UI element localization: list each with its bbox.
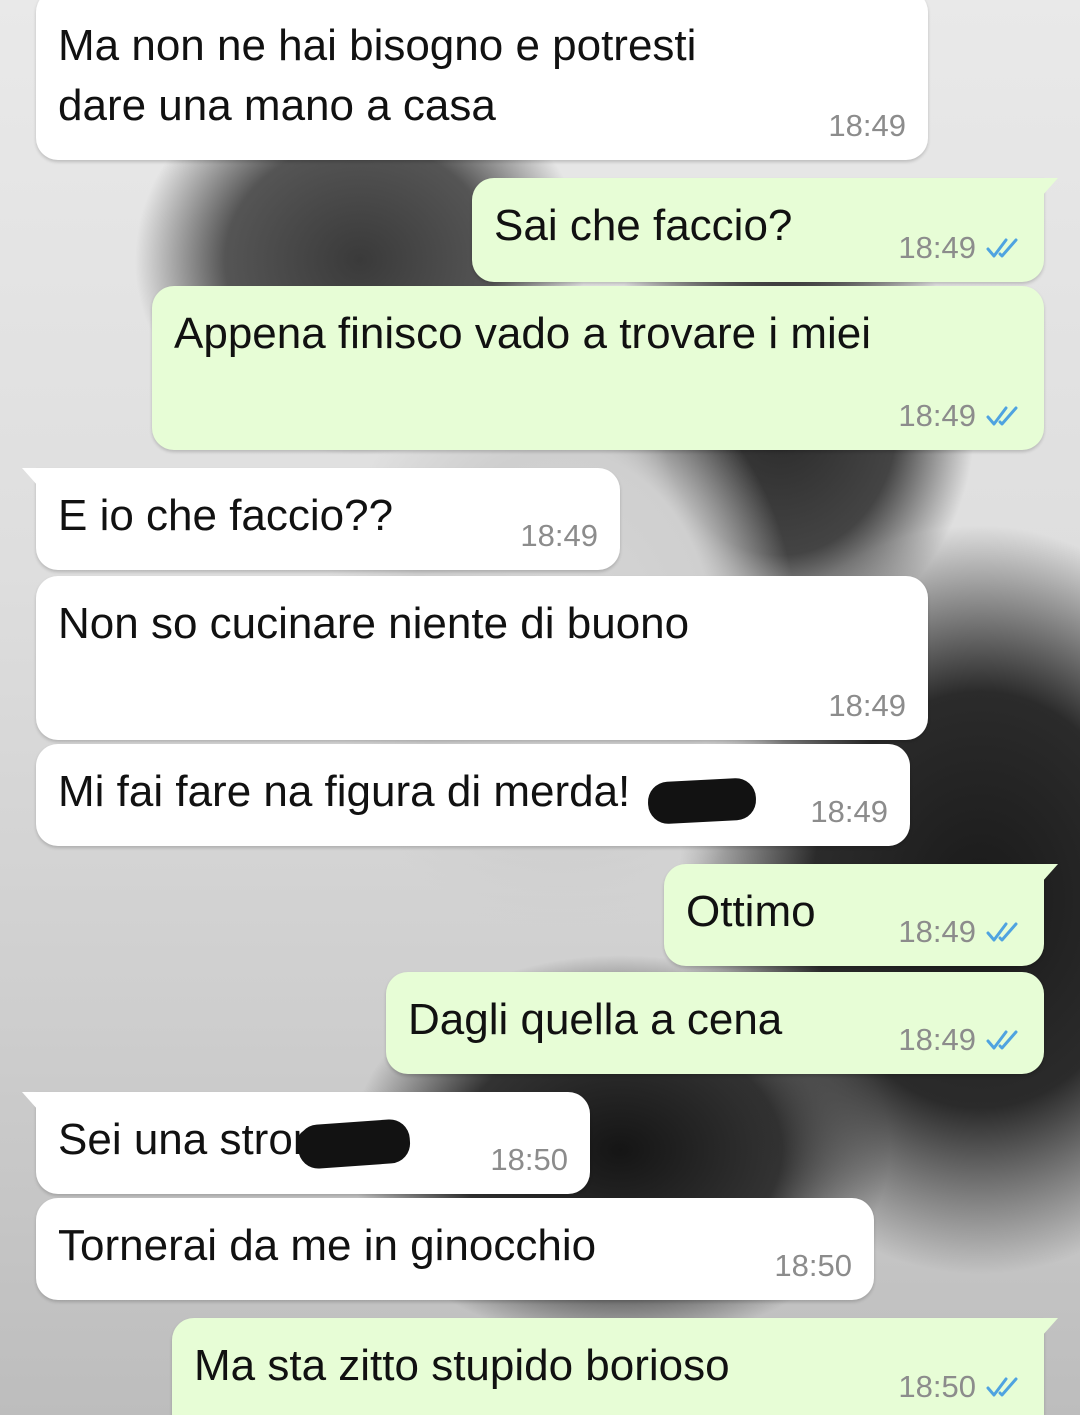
message-meta: 18:49	[898, 1022, 1022, 1058]
message-time: 18:49	[898, 230, 976, 265]
message-time: 18:50	[490, 1142, 568, 1177]
message-time: 18:49	[520, 518, 598, 553]
message-text: E io che faccio??	[58, 491, 394, 540]
message-text: Mi fai fare na figura di merda!	[58, 767, 631, 816]
message-text: Appena finisco vado a trovare i miei	[174, 309, 872, 358]
redaction-mark	[646, 777, 758, 825]
message-meta: 18:49	[520, 518, 598, 554]
message-bubble-outgoing[interactable]: Ottimo 18:49	[664, 864, 1058, 966]
redaction-mark	[296, 1118, 412, 1170]
message-meta: 18:49	[898, 914, 1022, 950]
message-bubble-incoming[interactable]: Sei una stronza 18:50	[22, 1092, 590, 1194]
message-meta: 18:49	[828, 688, 906, 724]
message-text: Non so cucinare niente di buono	[58, 599, 690, 648]
message-meta: 18:49	[810, 794, 888, 830]
message-bubble-outgoing[interactable]: Dagli quella a cena 18:49	[386, 972, 1044, 1074]
message-bubble-incoming[interactable]: E io che faccio?? 18:49	[22, 468, 620, 570]
message-meta: 18:49	[828, 108, 906, 144]
message-time: 18:50	[898, 1369, 976, 1404]
message-meta: 18:49	[898, 230, 1022, 266]
message-bubble-incoming[interactable]: Mi fai fare na figura di merda! 18:49	[36, 744, 910, 846]
message-meta: 18:50	[490, 1142, 568, 1178]
message-list[interactable]: Ma non ne hai bisogno e potresti dare un…	[0, 0, 1080, 1415]
double-check-read-icon	[986, 238, 1018, 258]
message-bubble-outgoing[interactable]: Sai che faccio? 18:49	[472, 178, 1058, 282]
message-bubble-incoming[interactable]: Non so cucinare niente di buono 18:49	[36, 576, 928, 740]
double-check-read-icon	[986, 1030, 1018, 1050]
double-check-read-icon	[986, 922, 1018, 942]
double-check-read-icon	[986, 1377, 1018, 1397]
message-time: 18:49	[828, 688, 906, 723]
message-text: Tornerai da me in ginocchio	[58, 1221, 597, 1270]
message-text: Ma non ne hai bisogno e potresti dare un…	[58, 21, 697, 130]
message-bubble-outgoing[interactable]: Ma sta zitto stupido borioso 18:50	[172, 1318, 1058, 1415]
message-time: 18:49	[898, 1022, 976, 1057]
message-time: 18:49	[898, 914, 976, 949]
message-bubble-outgoing[interactable]: Appena finisco vado a trovare i miei 18:…	[152, 286, 1044, 450]
message-meta: 18:50	[898, 1369, 1022, 1405]
message-time: 18:49	[898, 398, 976, 433]
message-bubble-incoming[interactable]: Ma non ne hai bisogno e potresti dare un…	[36, 0, 928, 160]
message-time: 18:50	[774, 1248, 852, 1283]
message-time: 18:49	[810, 794, 888, 829]
message-meta: 18:49	[898, 398, 1022, 434]
message-time: 18:49	[828, 108, 906, 143]
message-bubble-incoming[interactable]: Tornerai da me in ginocchio 18:50	[36, 1198, 874, 1300]
message-meta: 18:50	[774, 1248, 852, 1284]
double-check-read-icon	[986, 406, 1018, 426]
